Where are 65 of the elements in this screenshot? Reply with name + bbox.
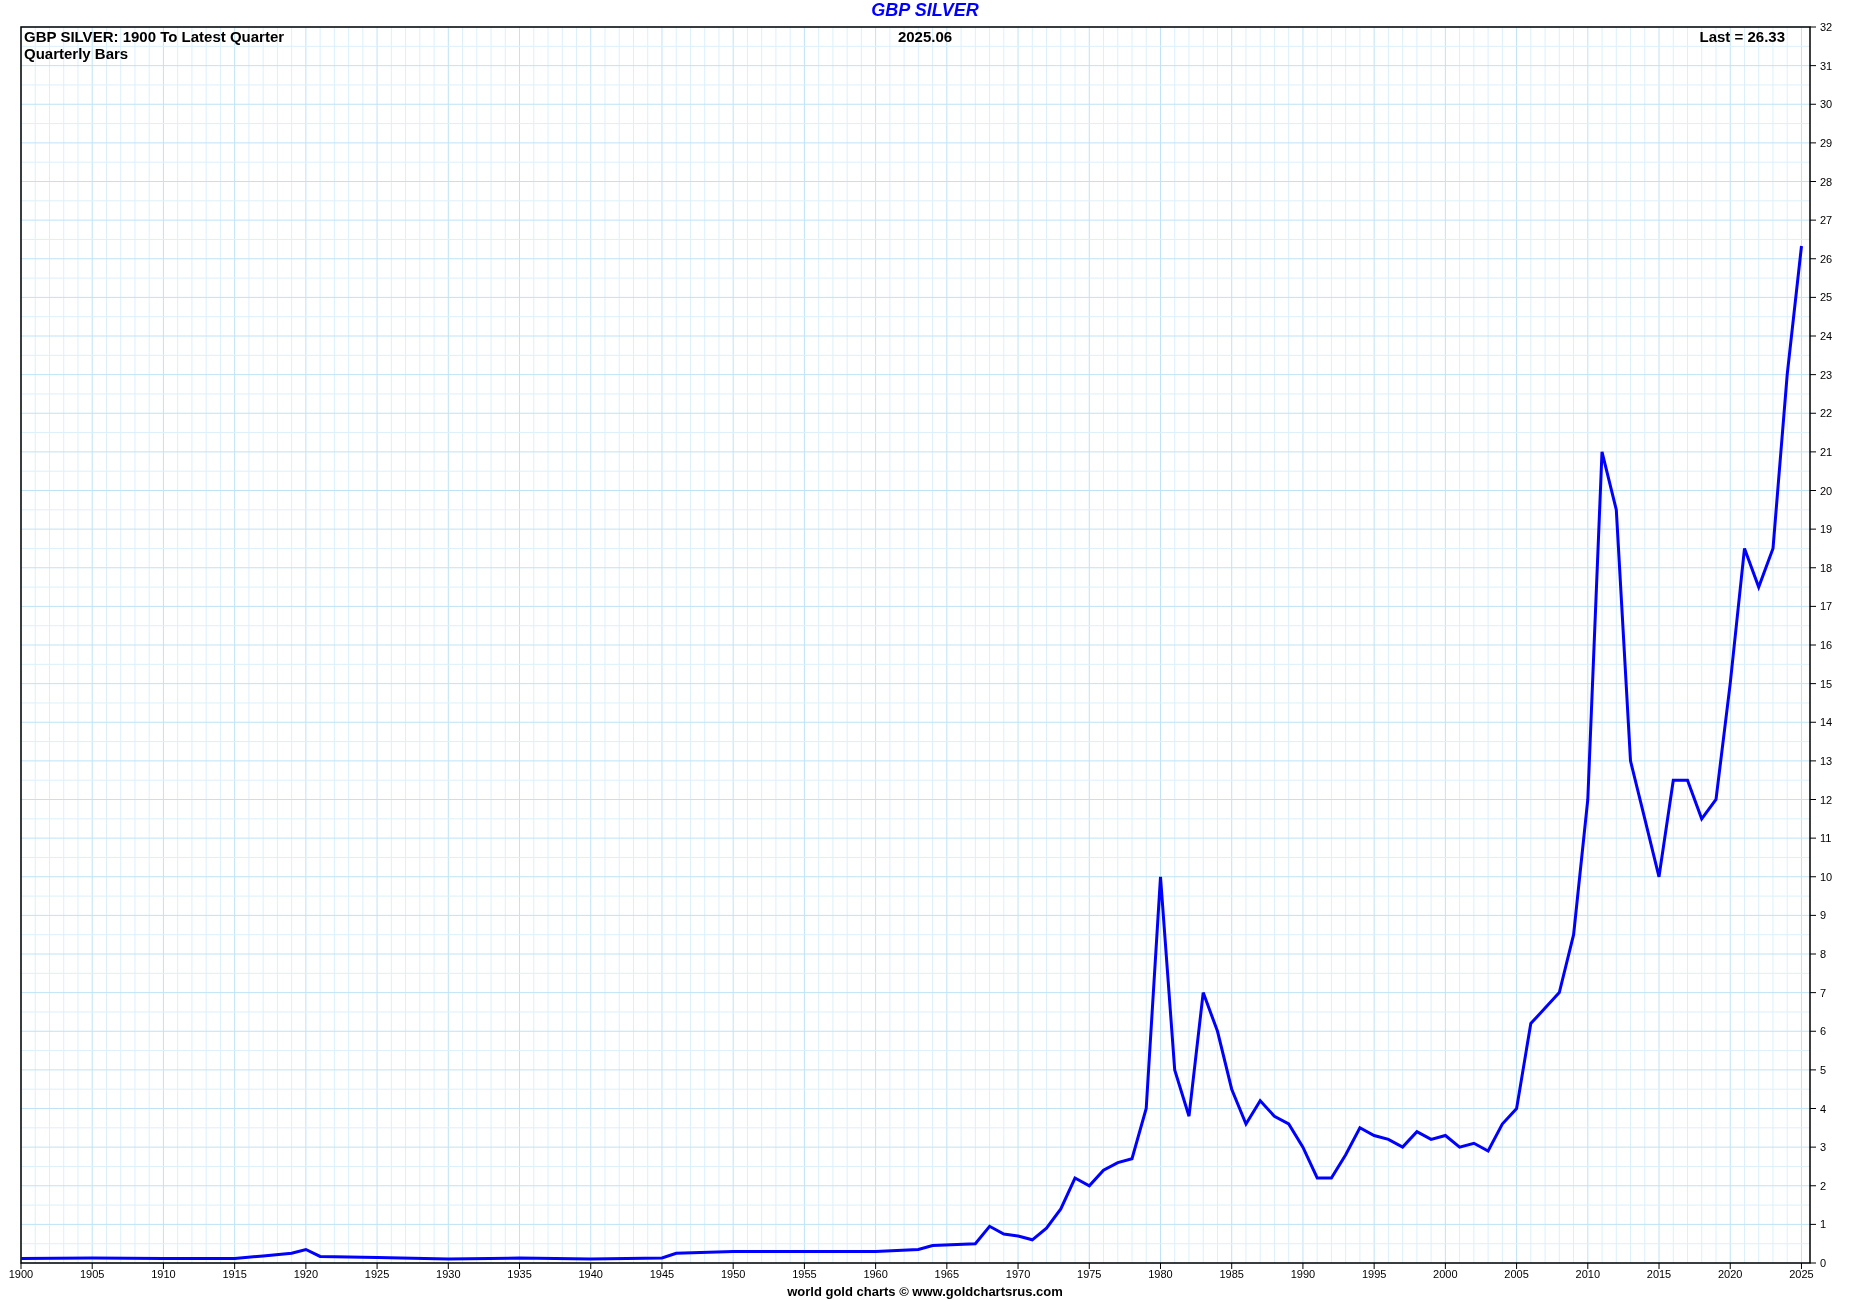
x-tick-label: 2000 — [1433, 1268, 1458, 1280]
y-tick-label: 9 — [1820, 909, 1827, 922]
x-tick-label: 1970 — [1005, 1268, 1031, 1280]
x-tick-label: 1985 — [1219, 1268, 1244, 1280]
x-tick-label: 1980 — [1148, 1268, 1173, 1280]
y-tick-label: 31 — [1820, 59, 1833, 72]
date-label: 2025.06 — [897, 28, 953, 45]
x-tick-label: 1950 — [720, 1268, 746, 1280]
y-tick-label: 21 — [1820, 445, 1833, 458]
y-tick-label: 26 — [1820, 252, 1833, 265]
footer-credit: world gold charts © www.goldchartsrus.com — [787, 1284, 1063, 1300]
y-tick-label: 12 — [1820, 793, 1833, 806]
x-tick-label: 2015 — [1646, 1268, 1672, 1280]
x-tick-label: 2020 — [1718, 1268, 1743, 1280]
y-tick-label: 29 — [1820, 136, 1833, 149]
y-tick-label: 23 — [1820, 368, 1833, 381]
y-tick-label: 0 — [1820, 1257, 1827, 1269]
x-tick-label: 1925 — [364, 1268, 390, 1280]
x-tick-label: 2005 — [1504, 1268, 1529, 1280]
y-tick-label: 28 — [1820, 175, 1833, 188]
y-tick-label: 30 — [1820, 98, 1833, 111]
x-tick-label: 1990 — [1290, 1268, 1316, 1280]
bar-type-label: Quarterly Bars — [24, 45, 129, 62]
y-tick-label: 1 — [1820, 1218, 1827, 1231]
y-tick-label: 32 — [1820, 21, 1833, 33]
y-tick-label: 11 — [1820, 832, 1832, 845]
x-tick-label: 1965 — [934, 1268, 960, 1280]
x-tick-label: 1955 — [792, 1268, 817, 1280]
y-tick-label: 3 — [1820, 1141, 1827, 1154]
x-tick-label: 2025 — [1789, 1268, 1814, 1280]
x-tick-label: 1995 — [1361, 1268, 1387, 1280]
y-tick-label: 8 — [1820, 948, 1827, 960]
x-tick-label: 2010 — [1575, 1268, 1601, 1280]
y-tick-label: 6 — [1820, 1025, 1827, 1038]
y-tick-label: 18 — [1820, 561, 1833, 574]
y-tick-label: 14 — [1820, 716, 1833, 729]
y-tick-label: 2 — [1820, 1179, 1827, 1192]
x-tick-label: 1940 — [578, 1268, 603, 1280]
x-tick-label: 1915 — [222, 1268, 247, 1280]
y-tick-label: 13 — [1820, 754, 1833, 767]
x-tick-label: 1975 — [1077, 1268, 1102, 1280]
last-value-label: Last = 26.33 — [1699, 28, 1785, 45]
y-tick-label: 17 — [1820, 600, 1833, 613]
y-tick-label: 22 — [1820, 407, 1833, 420]
x-tick-label: 1920 — [293, 1268, 319, 1280]
x-tick-label: 1905 — [80, 1268, 105, 1280]
x-tick-label: 1910 — [151, 1268, 176, 1280]
x-tick-label: 1960 — [863, 1268, 888, 1280]
y-tick-label: 27 — [1820, 214, 1833, 227]
y-tick-label: 16 — [1820, 639, 1833, 651]
y-tick-label: 15 — [1820, 677, 1833, 690]
y-tick-label: 5 — [1820, 1063, 1827, 1076]
x-tick-label: 1935 — [507, 1268, 532, 1280]
chart-subtitle: GBP SILVER: 1900 To Latest Quarter — [24, 28, 285, 45]
x-tick-label: 1930 — [436, 1268, 461, 1280]
x-tick-label: 1945 — [649, 1268, 675, 1280]
y-tick-label: 7 — [1820, 986, 1827, 999]
y-tick-label: 25 — [1820, 291, 1833, 304]
y-tick-label: 19 — [1820, 523, 1833, 536]
y-tick-label: 24 — [1820, 330, 1833, 342]
y-tick-label: 20 — [1820, 484, 1833, 497]
chart-title: GBP SILVER — [871, 0, 979, 20]
x-tick-label: 1900 — [8, 1268, 34, 1280]
y-tick-label: 10 — [1820, 870, 1833, 883]
y-tick-label: 4 — [1820, 1102, 1827, 1115]
